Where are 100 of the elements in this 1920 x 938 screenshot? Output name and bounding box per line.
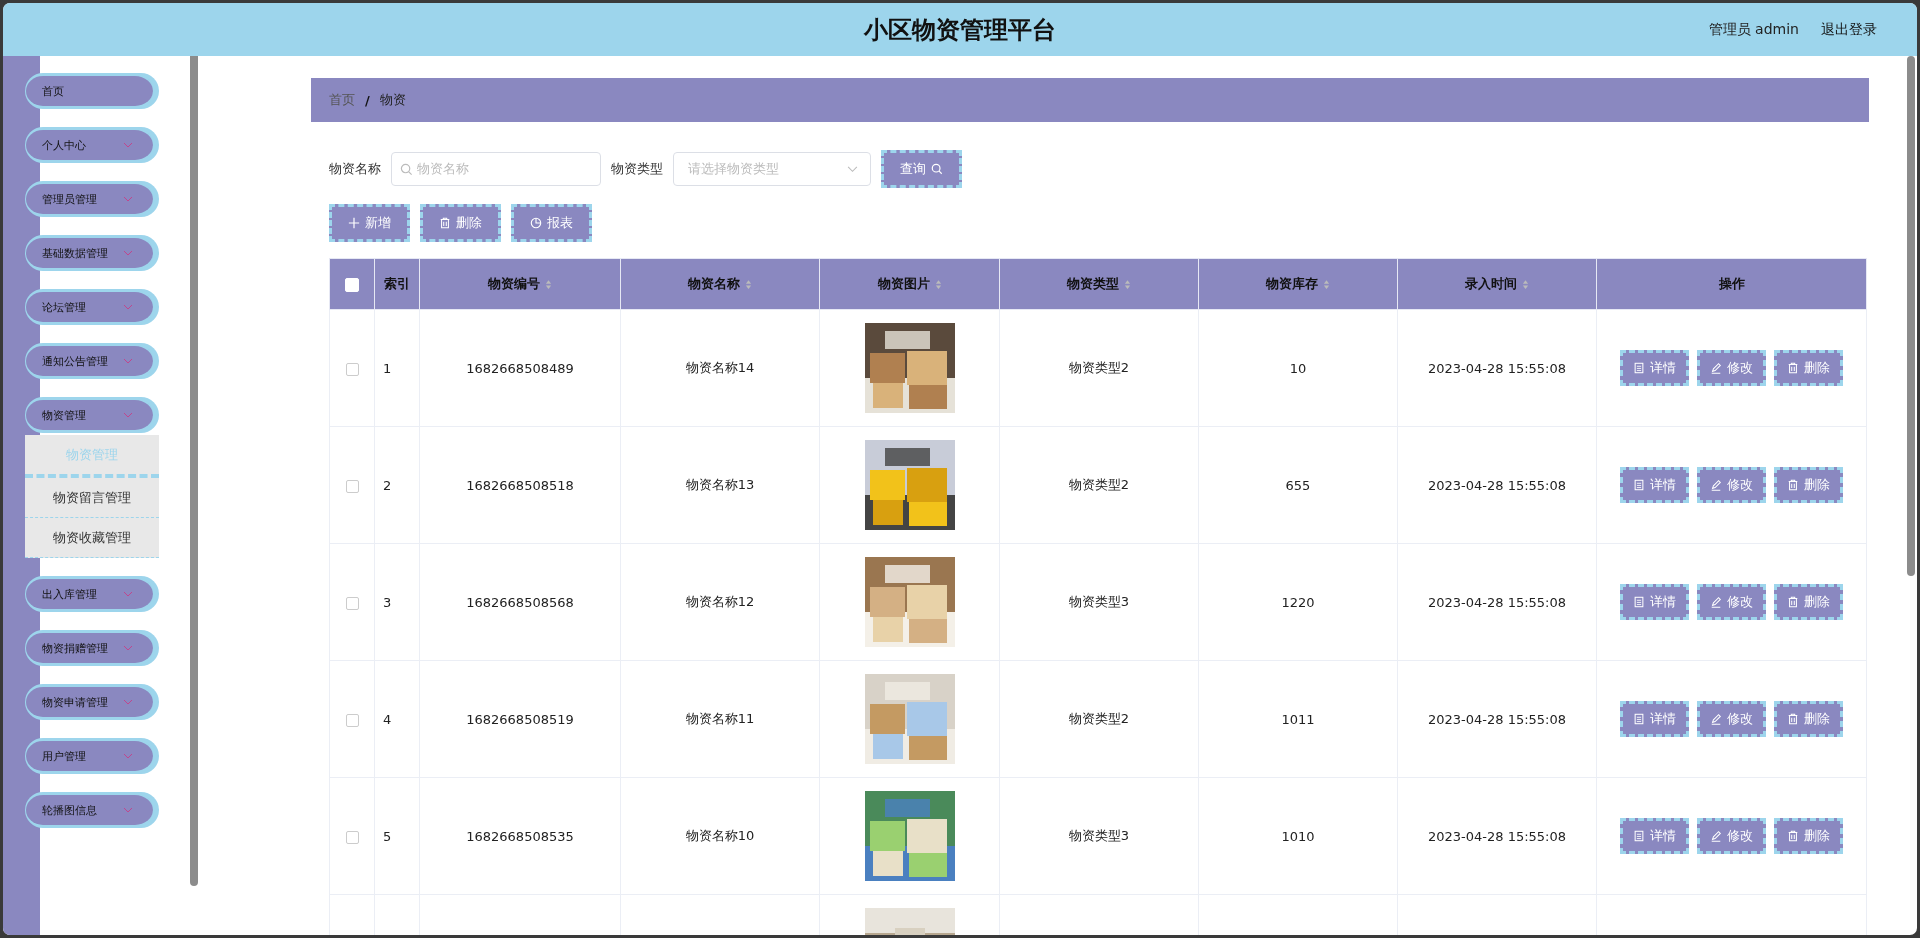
sort-icon[interactable] (1323, 279, 1330, 290)
select-all-checkbox[interactable] (345, 277, 359, 292)
row-action-button[interactable]: 详情 (1620, 584, 1689, 620)
column-header[interactable]: 物资图片 (819, 258, 1000, 310)
column-header[interactable]: 操作 (1596, 258, 1867, 310)
table-cell: 物资类型2 (1068, 477, 1130, 492)
table-cell: 2 (383, 477, 392, 493)
row-checkbox[interactable] (345, 479, 359, 493)
column-header[interactable]: 物资库存 (1198, 258, 1398, 310)
sort-icon[interactable] (745, 279, 752, 290)
search-icon (931, 163, 943, 175)
chevron-icon (123, 142, 133, 148)
row-checkbox[interactable] (345, 713, 359, 727)
row-action-button[interactable]: 删除 (1774, 584, 1843, 620)
column-header[interactable]: 物资名称 (620, 258, 820, 310)
trash-icon (1787, 596, 1799, 608)
table-cell: 1682668508568 (466, 594, 574, 610)
column-header[interactable]: 录入时间 (1397, 258, 1597, 310)
sort-icon[interactable] (934, 279, 942, 290)
chevron-icon (123, 591, 133, 597)
logout-link[interactable]: 退出登录 (1821, 21, 1877, 39)
document-icon (1633, 479, 1645, 491)
submenu-item[interactable]: 物资收藏管理 (25, 518, 159, 558)
page-scrollbar[interactable] (1907, 56, 1915, 576)
row-action-button[interactable]: 详情 (1620, 701, 1689, 737)
sort-icon[interactable] (1124, 279, 1131, 290)
chevron-icon (123, 753, 133, 759)
pencil-icon (1710, 479, 1722, 491)
table-cell: 655 (1285, 477, 1311, 493)
table-cell: 1010 (1281, 828, 1315, 844)
trash-icon (1787, 362, 1799, 374)
table-cell: 3 (383, 594, 392, 610)
row-action-button[interactable]: 详情 (1620, 467, 1689, 503)
document-icon (1633, 713, 1645, 725)
table-cell: 2023-04-28 15:55:08 (1427, 594, 1567, 610)
chevron-icon (123, 358, 133, 364)
table-cell: 1682668508489 (466, 360, 574, 376)
row-action-button[interactable]: 删除 (1774, 818, 1843, 854)
trash-icon (1787, 479, 1799, 491)
toolbar-button[interactable]: 删除 (420, 204, 501, 242)
query-button[interactable]: 查询 (881, 150, 962, 188)
row-action-button[interactable]: 修改 (1697, 818, 1766, 854)
table-cell: 10 (1289, 360, 1307, 376)
sort-icon[interactable] (1522, 279, 1529, 290)
trash-icon (1787, 713, 1799, 725)
row-checkbox[interactable] (345, 830, 359, 844)
table-cell: 物资名称12 (685, 594, 755, 609)
row-action-button[interactable]: 修改 (1697, 350, 1766, 386)
table-cell: 物资类型3 (1068, 828, 1130, 843)
trash-icon (1787, 830, 1799, 842)
table-cell: 1 (383, 360, 392, 376)
chevron-icon (123, 807, 133, 813)
chevron-icon (123, 412, 133, 418)
user-label: 管理员 admin (1708, 21, 1799, 39)
table-cell: 1682668508519 (466, 711, 574, 727)
document-icon (1633, 362, 1645, 374)
table-cell: 物资类型3 (1068, 594, 1130, 609)
document-icon (1633, 596, 1645, 608)
pencil-icon (1710, 596, 1722, 608)
document-icon (1633, 830, 1645, 842)
breadcrumb-link[interactable]: 物资 (379, 91, 406, 109)
table-cell: 2023-04-28 15:55:08 (1427, 477, 1567, 493)
pencil-icon (1710, 362, 1722, 374)
toolbar-button[interactable]: 新增 (329, 204, 410, 242)
table-cell: 物资类型2 (1068, 360, 1130, 375)
row-action-button[interactable]: 修改 (1697, 467, 1766, 503)
sort-icon[interactable] (545, 279, 552, 290)
table-cell: 1220 (1281, 594, 1315, 610)
row-action-button[interactable]: 删除 (1774, 467, 1843, 503)
plus-icon (348, 217, 360, 229)
row-action-button[interactable]: 修改 (1697, 701, 1766, 737)
field-label: 物资名称 (329, 160, 381, 178)
chevron-icon (123, 250, 133, 256)
submenu-item[interactable]: 物资留言管理 (25, 478, 159, 518)
table-cell: 物资名称11 (685, 711, 755, 726)
column-header[interactable]: 物资类型 (999, 258, 1199, 310)
table-cell: 2023-04-28 15:55:08 (1427, 828, 1567, 844)
chevron-icon (123, 196, 133, 202)
row-action-button[interactable]: 删除 (1774, 350, 1843, 386)
toolbar-button[interactable]: 报表 (511, 204, 592, 242)
table-cell: 2023-04-28 15:55:08 (1427, 711, 1567, 727)
row-checkbox[interactable] (345, 362, 359, 376)
row-checkbox[interactable] (345, 596, 359, 610)
field-label: 物资类型 (611, 160, 663, 178)
row-action-button[interactable]: 详情 (1620, 818, 1689, 854)
chevron-icon (123, 304, 133, 310)
column-header[interactable]: 物资编号 (419, 258, 621, 310)
row-action-button[interactable]: 删除 (1774, 701, 1843, 737)
table-cell: 物资名称10 (685, 828, 755, 843)
column-header[interactable]: 索引 (374, 258, 420, 310)
table-cell: 2023-04-28 15:55:08 (1427, 360, 1567, 376)
row-action-button[interactable]: 修改 (1697, 584, 1766, 620)
table-cell: 1682668508518 (466, 477, 574, 493)
table-cell: 物资名称14 (685, 360, 755, 375)
chevron-icon (123, 699, 133, 705)
app-title: 小区物资管理平台 (864, 14, 1056, 46)
row-action-button[interactable]: 详情 (1620, 350, 1689, 386)
scrollbar[interactable] (190, 56, 198, 886)
breadcrumb-separator: / (365, 92, 370, 108)
table-cell: 1011 (1281, 711, 1315, 727)
